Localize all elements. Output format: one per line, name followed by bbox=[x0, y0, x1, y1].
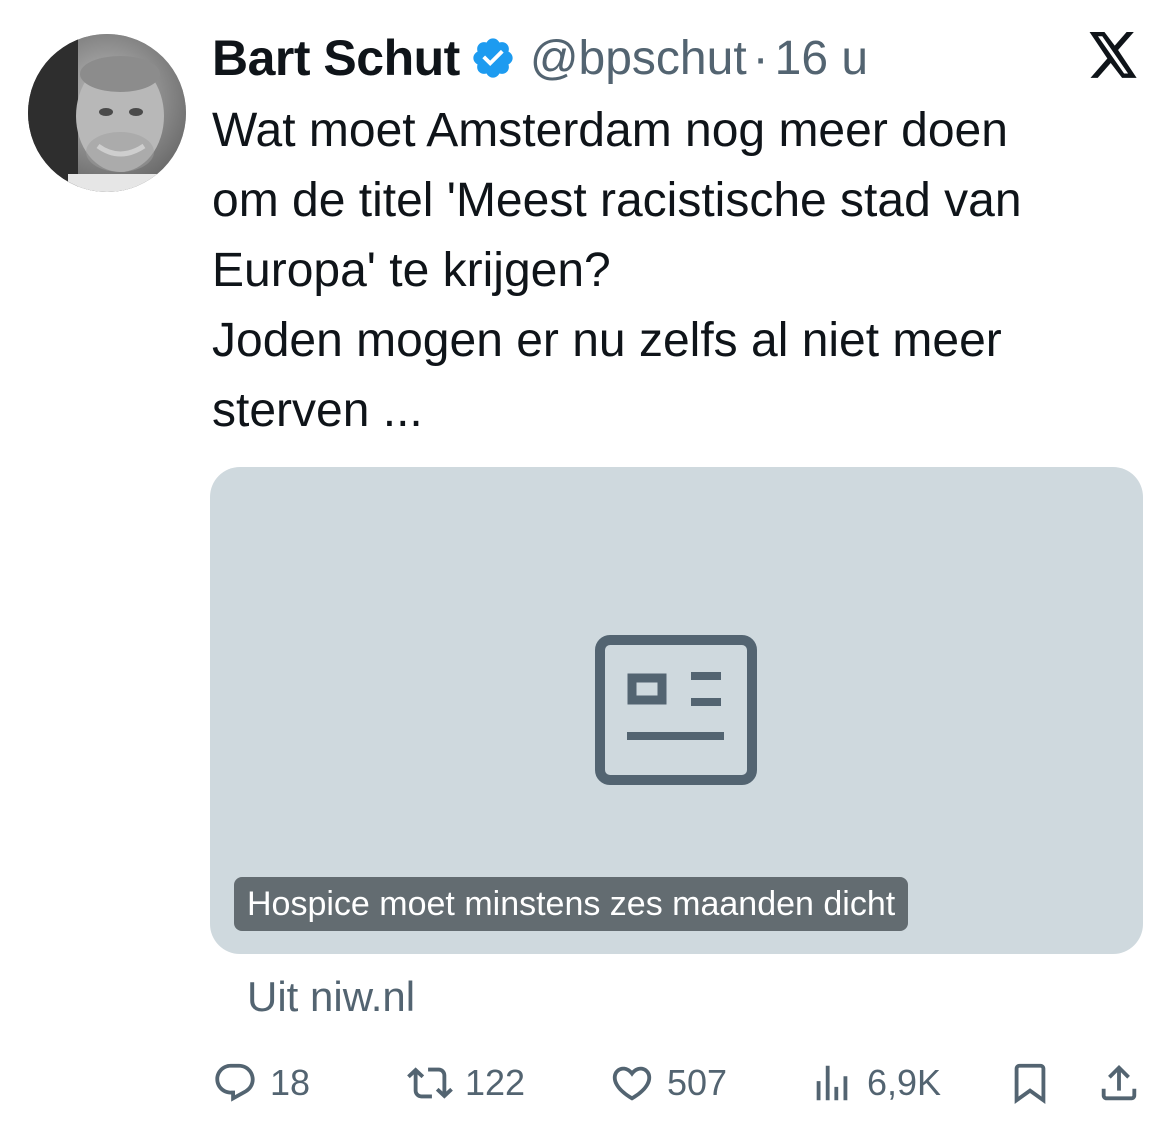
display-name[interactable]: Bart Schut bbox=[212, 29, 460, 87]
views-chart-icon bbox=[816, 1065, 848, 1101]
retweet-count: 122 bbox=[465, 1062, 526, 1103]
action-bar: 18 122 507 6,9K bbox=[212, 1055, 1147, 1111]
separator-dot: · bbox=[752, 31, 769, 85]
retweet-button[interactable]: 122 bbox=[407, 1055, 525, 1111]
views-button[interactable]: 6,9K bbox=[809, 1055, 941, 1111]
news-article-icon bbox=[595, 635, 757, 785]
like-button[interactable]: 507 bbox=[609, 1055, 727, 1111]
avatar[interactable] bbox=[28, 34, 186, 192]
like-count: 507 bbox=[667, 1062, 728, 1103]
heart-icon bbox=[612, 1066, 652, 1101]
user-handle[interactable]: @bpschut bbox=[530, 31, 747, 86]
verified-badge-icon[interactable] bbox=[470, 35, 516, 81]
share-button[interactable] bbox=[1096, 1055, 1142, 1111]
reply-count: 18 bbox=[270, 1062, 311, 1103]
card-source[interactable]: Uit niw.nl bbox=[247, 973, 415, 1021]
card-caption: Hospice moet minstens zes maanden dicht bbox=[234, 877, 909, 931]
share-icon bbox=[1101, 1064, 1137, 1101]
bookmark-button[interactable] bbox=[1007, 1055, 1053, 1111]
bookmark-icon bbox=[1014, 1063, 1046, 1104]
tweet-text: Wat moet Amsterdam nog meer doen om de t… bbox=[212, 104, 1022, 437]
views-count: 6,9K bbox=[867, 1062, 942, 1103]
retweet-icon bbox=[407, 1067, 453, 1099]
link-card[interactable]: Hospice moet minstens zes maanden dicht bbox=[210, 467, 1143, 954]
avatar-photo bbox=[28, 34, 186, 192]
timestamp[interactable]: 16 u bbox=[775, 31, 868, 86]
reply-icon bbox=[215, 1063, 255, 1102]
x-logo-icon bbox=[1086, 32, 1140, 80]
tweet-header: Bart Schut @bpschut · 16 u bbox=[212, 28, 868, 88]
reply-button[interactable]: 18 bbox=[212, 1055, 310, 1111]
